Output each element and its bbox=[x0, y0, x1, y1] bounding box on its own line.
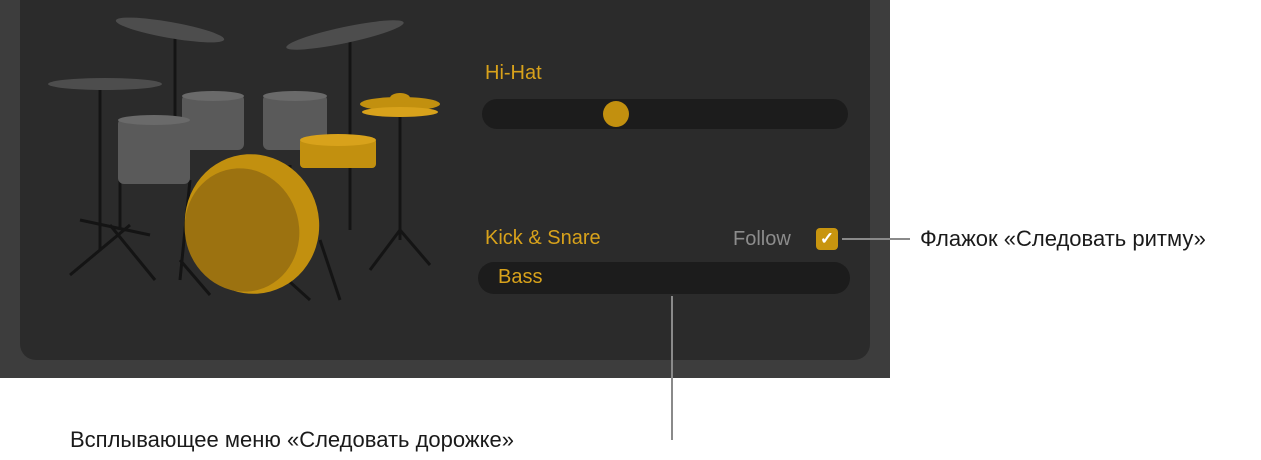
callout-line-follow-checkbox bbox=[842, 238, 910, 240]
follow-label: Follow bbox=[733, 228, 791, 250]
hihat-label: Hi-Hat bbox=[485, 62, 542, 84]
follow-track-popup-menu[interactable]: Bass bbox=[478, 262, 850, 294]
hihat-slider-knob[interactable] bbox=[602, 101, 629, 127]
follow-checkbox[interactable]: ✓ bbox=[816, 228, 838, 250]
drummer-editor-panel: Hi-Hat Kick & Snare Follow ✓ Bass bbox=[20, 0, 870, 360]
drum-kit-icon[interactable] bbox=[20, 0, 490, 360]
drummer-editor-frame: Hi-Hat Kick & Snare Follow ✓ Bass bbox=[0, 0, 890, 378]
follow-track-menu-value: Bass bbox=[498, 266, 543, 288]
callout-line-follow-track-popup bbox=[671, 296, 673, 440]
callout-follow-track-popup: Всплывающее меню «Следовать дорожке» bbox=[70, 427, 514, 452]
hihat-slider-track[interactable] bbox=[482, 99, 848, 129]
kick-snare-label: Kick & Snare bbox=[485, 227, 601, 249]
callout-follow-checkbox: Флажок «Следовать ритму» bbox=[920, 226, 1206, 251]
